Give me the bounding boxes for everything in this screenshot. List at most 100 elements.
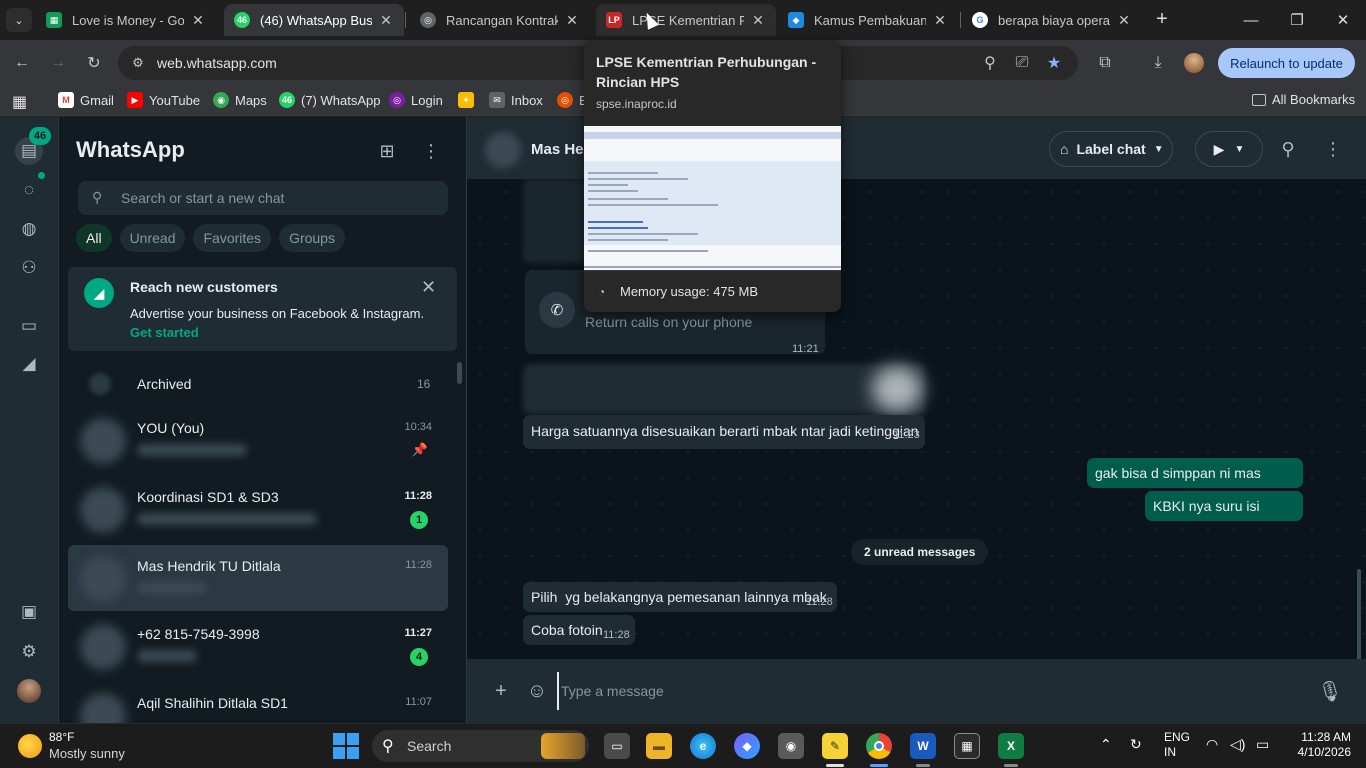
- tab-google-search[interactable]: G berapa biaya operasi ✕: [962, 4, 1142, 36]
- chat-row-phone[interactable]: +62 815-7549-3998 11:27 4: [68, 613, 448, 679]
- bookmark-pinwheel[interactable]: ✦: [458, 92, 480, 108]
- tab-close-icon[interactable]: ✕: [564, 12, 580, 29]
- forward-icon[interactable]: →: [46, 51, 70, 75]
- word-icon[interactable]: W: [910, 733, 936, 759]
- chat-row-aqil[interactable]: Aqil Shalihin Ditlala SD1 11:07: [68, 682, 448, 723]
- microphone-icon[interactable]: 🎙: [1317, 679, 1342, 703]
- tab-close-icon[interactable]: ✕: [190, 12, 206, 29]
- kamus-icon: ◆: [788, 12, 804, 28]
- video-call-button[interactable]: ▶ ▼: [1195, 131, 1263, 167]
- archived-row[interactable]: Archived 16: [59, 369, 466, 405]
- edge-icon[interactable]: e: [690, 733, 716, 759]
- back-icon[interactable]: ←: [10, 51, 34, 75]
- language-indicator[interactable]: ENG IN: [1164, 730, 1190, 760]
- sync-icon[interactable]: ↻: [1130, 736, 1142, 753]
- status-icon[interactable]: ◌: [16, 177, 42, 203]
- chrome-menu-icon[interactable]: ⋮: [1333, 51, 1357, 75]
- system-clock[interactable]: 11:28 AM 4/10/2026: [1295, 730, 1351, 760]
- tab-close-icon[interactable]: ✕: [750, 12, 766, 29]
- tab-rancangan-kontrak[interactable]: ◎ Rancangan Kontrak P ✕: [410, 4, 590, 36]
- catalog-icon[interactable]: ▭: [16, 313, 42, 339]
- sticky-notes-icon[interactable]: ✎: [822, 733, 848, 759]
- whatsapp-icon: 46: [234, 12, 250, 28]
- maximize-button[interactable]: ❐: [1274, 0, 1320, 40]
- chat-list-panel: WhatsApp ⊞ ⋮ ⚲ Search or start a new cha…: [59, 117, 467, 723]
- menu-icon[interactable]: ⋮: [1321, 137, 1345, 161]
- bookmark-inbox[interactable]: ✉ Inbox: [489, 92, 543, 108]
- sun-icon[interactable]: [18, 734, 42, 758]
- all-bookmarks[interactable]: All Bookmarks: [1252, 92, 1355, 107]
- label-chat-button[interactable]: ⌂ Label chat ▼: [1049, 131, 1173, 167]
- attach-plus-icon[interactable]: +: [489, 679, 513, 703]
- site-info-icon[interactable]: ⚙: [130, 55, 146, 71]
- excel-icon[interactable]: X: [998, 733, 1024, 759]
- copilot-icon[interactable]: ◆: [734, 733, 760, 759]
- apps-grid-icon[interactable]: ▦: [12, 92, 27, 112]
- new-tab-button[interactable]: +: [1150, 8, 1174, 32]
- tab-close-icon[interactable]: ✕: [1116, 12, 1132, 29]
- close-icon[interactable]: ✕: [421, 277, 436, 298]
- chrome-icon[interactable]: [866, 733, 892, 759]
- tab-lpse[interactable]: LP LPSE Kementrian Perh ✕: [596, 4, 776, 36]
- tab-love-is-money[interactable]: ▦ Love is Money - Goo ✕: [36, 4, 216, 36]
- filter-favorites[interactable]: Favorites: [193, 224, 272, 252]
- tab-close-icon[interactable]: ✕: [378, 12, 394, 29]
- file-explorer-icon[interactable]: ▬: [646, 733, 672, 759]
- bookmark-youtube[interactable]: ▶ YouTube: [127, 92, 200, 108]
- task-view-icon[interactable]: ▭: [604, 733, 630, 759]
- calculator-icon[interactable]: ▦: [954, 733, 980, 759]
- chat-row-you[interactable]: YOU (You) 10:34 📌: [68, 407, 448, 473]
- tab-whatsapp[interactable]: 46 (46) WhatsApp Busin ✕: [224, 4, 404, 36]
- profile-avatar[interactable]: [16, 678, 42, 704]
- megaphone-icon: ◢: [84, 278, 114, 308]
- contact-avatar[interactable]: [485, 132, 521, 168]
- wifi-icon[interactable]: ◠: [1206, 736, 1218, 753]
- message-input[interactable]: Type a message: [557, 672, 1317, 710]
- bookmark-whatsapp[interactable]: 46 (7) WhatsApp: [279, 92, 380, 108]
- show-hidden-icons-chevron[interactable]: ⌃: [1100, 736, 1112, 753]
- tab-kamus[interactable]: ◆ Kamus Pembakuan St ✕: [778, 4, 958, 36]
- filter-all[interactable]: All: [76, 224, 112, 252]
- taskbar-search[interactable]: ⚲ Search: [372, 730, 589, 762]
- weather-temperature[interactable]: 88°F: [49, 730, 74, 744]
- chat-row-koordinasi[interactable]: Koordinasi SD1 & SD3 11:28 1: [68, 476, 448, 542]
- tab-title: (46) WhatsApp Busin: [260, 12, 372, 28]
- filter-groups[interactable]: Groups: [279, 224, 345, 252]
- bookmark-login[interactable]: ◎ Login: [389, 92, 443, 108]
- filter-unread[interactable]: Unread: [119, 224, 186, 252]
- bookmark-label: Login: [411, 92, 443, 108]
- get-started-link[interactable]: Get started: [130, 325, 199, 340]
- media-icon[interactable]: ▣: [16, 599, 42, 625]
- zoom-icon[interactable]: ⚲: [978, 51, 1002, 75]
- close-window-button[interactable]: ✕: [1320, 0, 1366, 40]
- search-icon[interactable]: ⚲: [1276, 137, 1300, 161]
- install-app-icon[interactable]: ⎚: [1010, 51, 1034, 75]
- search-input[interactable]: ⚲ Search or start a new chat: [78, 181, 448, 215]
- communities-icon[interactable]: ⚇: [16, 255, 42, 281]
- download-icon[interactable]: ⤓: [1146, 51, 1170, 75]
- new-chat-icon[interactable]: ⊞: [375, 139, 399, 163]
- search-icon: ⚲: [92, 189, 103, 205]
- tab-close-icon[interactable]: ✕: [932, 12, 948, 29]
- battery-icon[interactable]: ▭: [1256, 736, 1269, 753]
- minimize-button[interactable]: —: [1228, 0, 1274, 40]
- reload-icon[interactable]: ↻: [82, 51, 106, 75]
- chat-row-mas-hendrik[interactable]: Mas Hendrik TU Ditlala 11:28: [68, 545, 448, 611]
- extensions-icon[interactable]: ⧉: [1093, 51, 1117, 75]
- advertise-icon[interactable]: ◢: [16, 351, 42, 377]
- profile-avatar[interactable]: [1182, 51, 1206, 75]
- windows-start-icon[interactable]: [333, 733, 359, 759]
- tab-search-button[interactable]: ⌄: [6, 8, 32, 32]
- bookmark-star-icon[interactable]: ★: [1042, 51, 1066, 75]
- settings-icon[interactable]: ⚙: [16, 639, 42, 665]
- sticker-icon[interactable]: ☺: [525, 679, 549, 703]
- camera-icon[interactable]: ◉: [778, 733, 804, 759]
- channels-icon[interactable]: ◍: [16, 216, 42, 242]
- bookmark-maps[interactable]: ◉ Maps: [213, 92, 267, 108]
- menu-icon[interactable]: ⋮: [419, 139, 443, 163]
- weather-description[interactable]: Mostly sunny: [49, 746, 125, 761]
- avatar: [80, 693, 126, 723]
- video-camera-icon: ▶: [1213, 140, 1225, 157]
- bookmark-gmail[interactable]: M Gmail: [58, 92, 114, 108]
- volume-icon[interactable]: ◁): [1230, 736, 1245, 753]
